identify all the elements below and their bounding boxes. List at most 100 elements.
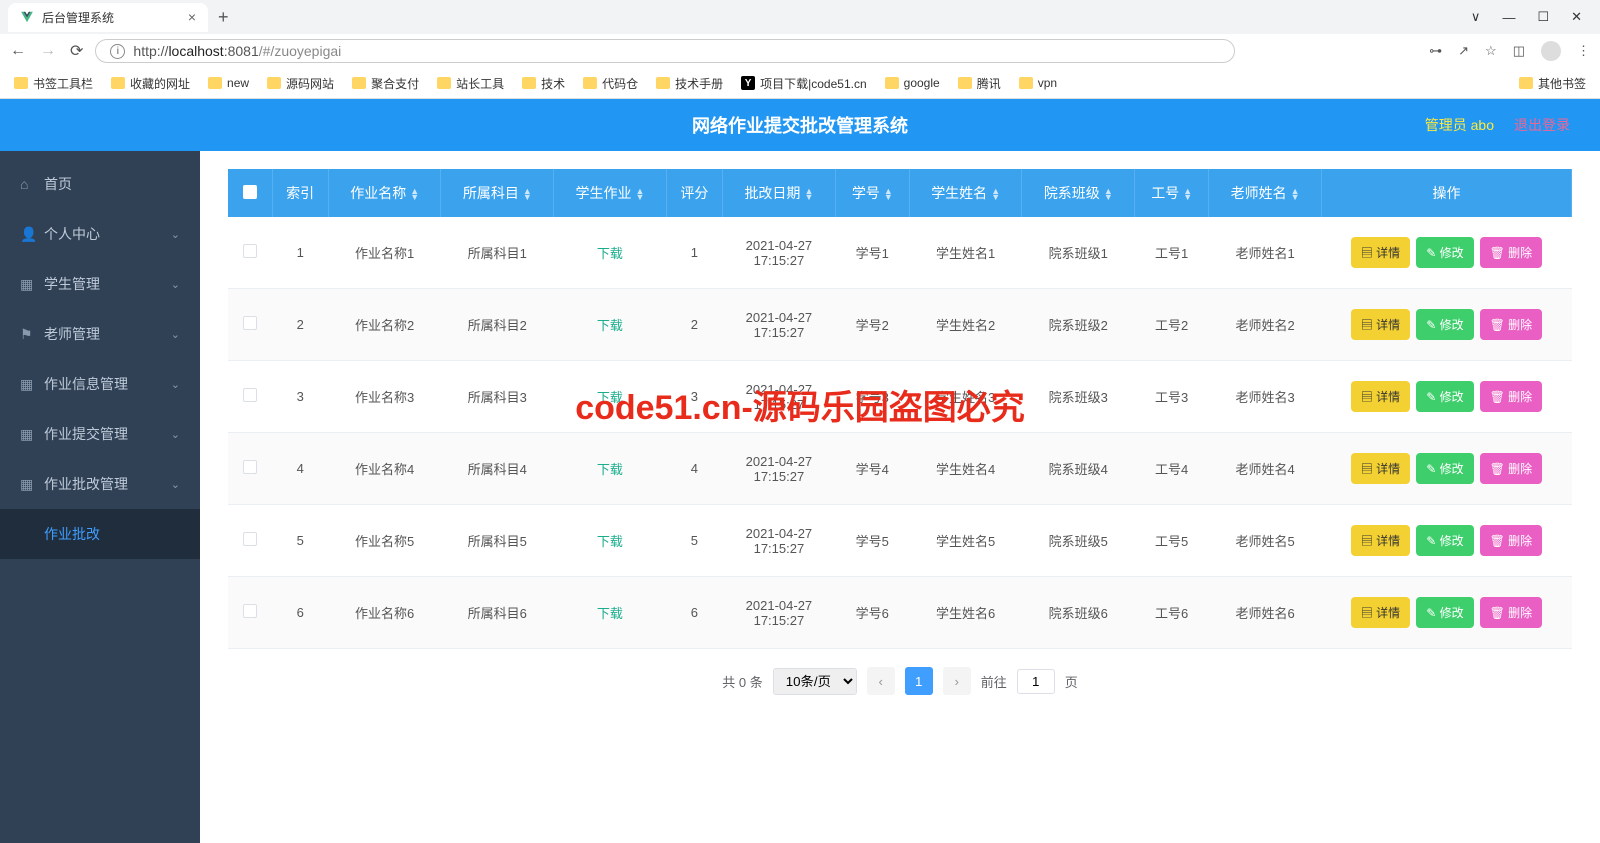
page-number-button[interactable]: 1	[905, 667, 933, 695]
bookmark-item[interactable]: 技术	[522, 75, 565, 92]
row-checkbox[interactable]	[243, 244, 257, 258]
extensions-icon[interactable]: ◫	[1513, 43, 1525, 59]
share-icon[interactable]: ↗	[1458, 43, 1469, 59]
bookmark-item[interactable]: 书签工具栏	[14, 75, 93, 92]
edit-button[interactable]: ✎ 修改	[1416, 381, 1473, 412]
download-link[interactable]: 下载	[597, 606, 623, 621]
info-icon[interactable]: i	[110, 44, 125, 59]
cell-tname: 老师姓名1	[1209, 217, 1322, 289]
cell-index: 1	[272, 217, 328, 289]
edit-button[interactable]: ✎ 修改	[1416, 525, 1473, 556]
bookmark-item[interactable]: new	[208, 76, 249, 90]
cell-sid: 学号3	[835, 361, 909, 433]
download-link[interactable]: 下载	[597, 318, 623, 333]
row-checkbox[interactable]	[243, 604, 257, 618]
tab-bar: 后台管理系统 × + ∨ — ☐ ✕	[0, 0, 1600, 34]
back-icon[interactable]: ←	[10, 42, 26, 60]
cell-score: 2	[666, 289, 722, 361]
sidebar-subitem-active[interactable]: 作业批改	[0, 509, 200, 559]
bookmark-item[interactable]: 腾讯	[958, 75, 1001, 92]
delete-button[interactable]: 🗑 删除	[1480, 309, 1543, 340]
bookmark-item[interactable]: 收藏的网址	[111, 75, 190, 92]
current-user[interactable]: 管理员 abo	[1425, 115, 1494, 135]
download-link[interactable]: 下载	[597, 390, 623, 405]
vue-favicon	[20, 10, 34, 24]
close-window-icon[interactable]: ✕	[1571, 9, 1582, 25]
download-link[interactable]: 下载	[597, 534, 623, 549]
delete-button[interactable]: 🗑 删除	[1480, 453, 1543, 484]
row-checkbox[interactable]	[243, 532, 257, 546]
edit-button[interactable]: ✎ 修改	[1416, 237, 1473, 268]
bookmark-item[interactable]: google	[885, 76, 940, 90]
cell-name: 作业名称4	[328, 433, 441, 505]
new-tab-button[interactable]: +	[208, 7, 239, 28]
detail-button[interactable]: ▤ 详情	[1351, 453, 1410, 484]
column-header[interactable]: 作业名称▲▼	[328, 169, 441, 217]
page-size-select[interactable]: 10条/页	[773, 668, 857, 695]
column-header[interactable]: 批改日期▲▼	[723, 169, 836, 217]
column-header[interactable]: 工号▲▼	[1135, 169, 1209, 217]
sidebar-item[interactable]: 👤个人中心⌄	[0, 209, 200, 259]
delete-button[interactable]: 🗑 删除	[1480, 237, 1543, 268]
column-header[interactable]: 学号▲▼	[835, 169, 909, 217]
sidebar-item[interactable]: ⌂首页	[0, 159, 200, 209]
column-header[interactable]: 老师姓名▲▼	[1209, 169, 1322, 217]
sidebar-item[interactable]: ▦作业提交管理⌄	[0, 409, 200, 459]
cell-date: 2021-04-27 17:15:27	[723, 505, 836, 577]
download-link[interactable]: 下载	[597, 462, 623, 477]
detail-button[interactable]: ▤ 详情	[1351, 237, 1410, 268]
edit-button[interactable]: ✎ 修改	[1416, 597, 1473, 628]
download-link[interactable]: 下载	[597, 246, 623, 261]
key-icon[interactable]: ⊶	[1429, 43, 1442, 59]
close-icon[interactable]: ×	[188, 9, 196, 25]
delete-button[interactable]: 🗑 删除	[1480, 381, 1543, 412]
bookmark-item[interactable]: 站长工具	[437, 75, 504, 92]
column-header[interactable]: 学生作业▲▼	[554, 169, 667, 217]
reload-icon[interactable]: ⟳	[70, 41, 83, 61]
select-all-checkbox[interactable]	[243, 185, 257, 199]
star-icon[interactable]: ☆	[1485, 43, 1497, 59]
detail-button[interactable]: ▤ 详情	[1351, 597, 1410, 628]
bookmark-item[interactable]: Y项目下载|code51.cn	[741, 75, 867, 92]
url-input[interactable]: i http://localhost:8081/#/zuoyepigai	[95, 39, 1235, 63]
sort-icon: ▲▼	[991, 188, 1000, 200]
logout-button[interactable]: 退出登录	[1514, 115, 1570, 135]
bookmark-other[interactable]: 其他书签	[1519, 75, 1586, 92]
detail-button[interactable]: ▤ 详情	[1351, 525, 1410, 556]
sidebar-item[interactable]: ▦学生管理⌄	[0, 259, 200, 309]
select-all-header[interactable]	[228, 169, 272, 217]
row-checkbox[interactable]	[243, 316, 257, 330]
detail-button[interactable]: ▤ 详情	[1351, 309, 1410, 340]
sidebar-item[interactable]: ⚑老师管理⌄	[0, 309, 200, 359]
sidebar-item[interactable]: ▦作业批改管理⌄	[0, 459, 200, 509]
next-page-button[interactable]: ›	[943, 667, 971, 695]
column-header[interactable]: 所属科目▲▼	[441, 169, 554, 217]
sidebar-item[interactable]: ▦作业信息管理⌄	[0, 359, 200, 409]
bookmark-item[interactable]: vpn	[1019, 76, 1057, 90]
prev-page-button[interactable]: ‹	[867, 667, 895, 695]
folder-icon	[14, 77, 28, 89]
edit-button[interactable]: ✎ 修改	[1416, 453, 1473, 484]
delete-button[interactable]: 🗑 删除	[1480, 597, 1543, 628]
profile-icon[interactable]	[1541, 41, 1561, 61]
delete-button[interactable]: 🗑 删除	[1480, 525, 1543, 556]
browser-tab[interactable]: 后台管理系统 ×	[8, 3, 208, 32]
cell-name: 作业名称2	[328, 289, 441, 361]
edit-button[interactable]: ✎ 修改	[1416, 309, 1473, 340]
bookmark-item[interactable]: 技术手册	[656, 75, 723, 92]
row-checkbox[interactable]	[243, 388, 257, 402]
column-header[interactable]: 院系班级▲▼	[1022, 169, 1135, 217]
expand-icon[interactable]: ∨	[1471, 9, 1481, 25]
bookmark-item[interactable]: 源码网站	[267, 75, 334, 92]
menu-icon[interactable]: ⋮	[1577, 43, 1590, 59]
minimize-icon[interactable]: —	[1502, 10, 1515, 25]
maximize-icon[interactable]: ☐	[1537, 9, 1549, 25]
cell-date: 2021-04-27 17:15:27	[723, 217, 836, 289]
detail-button[interactable]: ▤ 详情	[1351, 381, 1410, 412]
row-checkbox[interactable]	[243, 460, 257, 474]
bookmark-item[interactable]: 代码仓	[583, 75, 638, 92]
bookmark-item[interactable]: 聚合支付	[352, 75, 419, 92]
goto-page-input[interactable]	[1017, 669, 1055, 694]
forward-icon[interactable]: →	[40, 42, 56, 60]
column-header[interactable]: 学生姓名▲▼	[909, 169, 1022, 217]
